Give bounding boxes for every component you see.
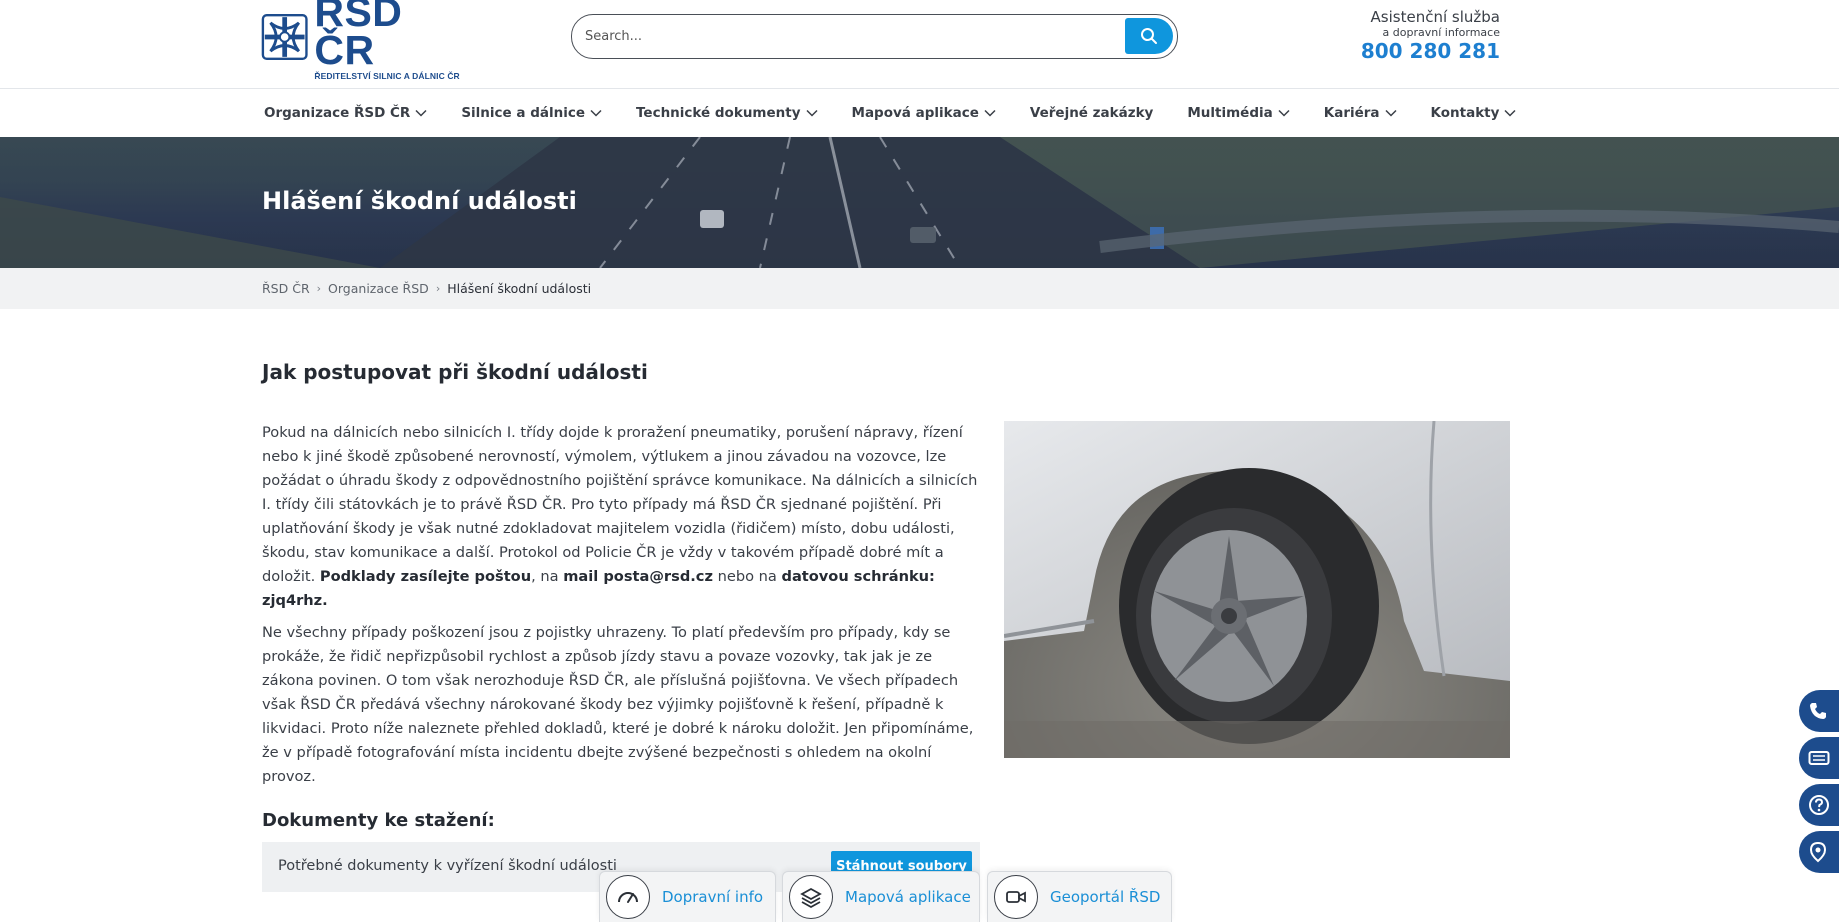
assistance-subtitle: a dopravní informace	[1382, 26, 1500, 39]
nav-item-6[interactable]: Multimédia	[1187, 105, 1290, 121]
chevron-down-icon	[1385, 109, 1397, 117]
nav-item-2[interactable]: Silnice a dálnice	[461, 105, 602, 121]
nav-item-label: Mapová aplikace	[851, 105, 979, 121]
nav-item-label: Silnice a dálnice	[461, 105, 585, 121]
site-logo[interactable]: ŘSD ČR ŘEDITELSTVÍ SILNIC A DÁLNIC ČR	[261, 0, 466, 81]
quick-tab-map-app[interactable]: Mapová aplikace	[782, 871, 980, 922]
nav-item-label: Multimédia	[1187, 105, 1273, 121]
paragraph-2: Ne všechny případy poškození jsou z poji…	[262, 624, 974, 785]
paragraph-1-text: Pokud na dálnicích nebo silnicích I. tří…	[262, 424, 978, 585]
nav-item-3[interactable]: Technické dokumenty	[636, 105, 818, 121]
nav-item-label: Kontakty	[1430, 105, 1500, 121]
paragraph-1-bold-post: Podklady zasílejte poštou	[319, 568, 532, 585]
nav-item-label: Veřejné zakázky	[1029, 105, 1154, 121]
quick-tab-label: Dopravní info	[662, 888, 764, 906]
speedometer-icon	[606, 875, 650, 919]
float-ticket-button[interactable]	[1799, 737, 1839, 779]
section-heading: Jak postupovat při škodní události	[262, 360, 648, 384]
main-nav: Organizace ŘSD ČR Silnice a dálnice Techni…	[0, 89, 1839, 137]
nav-item-5[interactable]: Veřejné zakázky	[1030, 105, 1153, 121]
documents-label: Potřebné dokumenty k vyřízení škodní udá…	[278, 858, 617, 874]
paragraph-1-mid-2: nebo na	[712, 568, 782, 585]
search-icon	[1141, 28, 1157, 44]
breadcrumb-separator-icon: ›	[316, 282, 322, 295]
search-bar	[571, 14, 1178, 59]
nav-item-label: Organizace ŘSD ČR	[264, 105, 411, 121]
quick-tab-label: Mapová aplikace	[845, 888, 971, 906]
logo-subtitle: ŘEDITELSTVÍ SILNIC A DÁLNIC ČR	[314, 71, 460, 81]
quick-tab-traffic-info[interactable]: Dopravní info	[599, 871, 776, 922]
email-link[interactable]: mail posta@rsd.cz	[563, 568, 713, 585]
float-location-button[interactable]	[1799, 831, 1839, 873]
breadcrumb-current: Hlášení škodní události	[447, 281, 592, 296]
breadcrumb: ŘSD ČR › Organizace ŘSD › Hlášení škodní udá…	[0, 268, 1839, 309]
breadcrumb-link[interactable]: ŘSD ČR	[262, 281, 310, 296]
chevron-down-icon	[805, 109, 818, 117]
search-button[interactable]	[1125, 18, 1173, 54]
assistance-title: Asistenční služba	[1370, 8, 1500, 26]
assistance-phone[interactable]: 800 280 281	[1361, 39, 1500, 63]
quick-tab-label: Geoportál ŘSD	[1050, 888, 1161, 906]
site-header: ŘSD ČR ŘEDITELSTVÍ SILNIC A DÁLNIC ČR As…	[0, 0, 1839, 89]
breadcrumb-separator-icon: ›	[435, 282, 441, 295]
page-title: Hlášení škodní události	[262, 187, 577, 215]
help-icon	[1809, 795, 1829, 815]
logo-title: ŘSD ČR	[314, 0, 403, 73]
breadcrumb-link[interactable]: Organizace ŘSD	[328, 281, 429, 296]
chevron-down-icon	[984, 109, 996, 117]
nav-item-7[interactable]: Kariéra	[1324, 105, 1397, 121]
nav-item-1[interactable]: Organizace ŘSD ČR	[264, 105, 427, 121]
float-help-button[interactable]	[1799, 784, 1839, 826]
chevron-down-icon	[1504, 109, 1516, 117]
phone-icon	[1810, 703, 1826, 719]
rsd-logo-icon	[261, 14, 308, 60]
float-phone-button[interactable]	[1799, 690, 1839, 732]
video-camera-icon	[994, 875, 1038, 919]
documents-heading: Dokumenty ke stažení:	[262, 810, 495, 831]
hero-banner: Hlášení škodní události	[0, 137, 1839, 268]
search-input[interactable]	[572, 15, 1177, 58]
layers-icon	[789, 875, 833, 919]
chevron-down-icon	[415, 109, 427, 117]
chevron-down-icon	[1278, 109, 1290, 117]
flat-tire-photo	[1004, 421, 1510, 758]
ticket-icon	[1808, 751, 1830, 765]
location-icon	[1809, 841, 1827, 863]
assistance-info: Asistenční služba a dopravní informace 8…	[1361, 8, 1500, 63]
paragraph-1: Pokud na dálnicích nebo silnicích I. tří…	[262, 421, 980, 613]
nav-item-8[interactable]: Kontakty	[1431, 105, 1517, 121]
nav-item-4[interactable]: Mapová aplikace	[852, 105, 996, 121]
chevron-down-icon	[590, 109, 602, 117]
quick-tab-geoportal[interactable]: Geoportál ŘSD	[987, 871, 1172, 922]
article-text: Pokud na dálnicích nebo silnicích I. tří…	[262, 421, 980, 797]
nav-item-label: Kariéra	[1323, 105, 1380, 121]
paragraph-1-mid-1: , na	[531, 568, 564, 585]
nav-item-label: Technické dokumenty	[636, 105, 801, 121]
